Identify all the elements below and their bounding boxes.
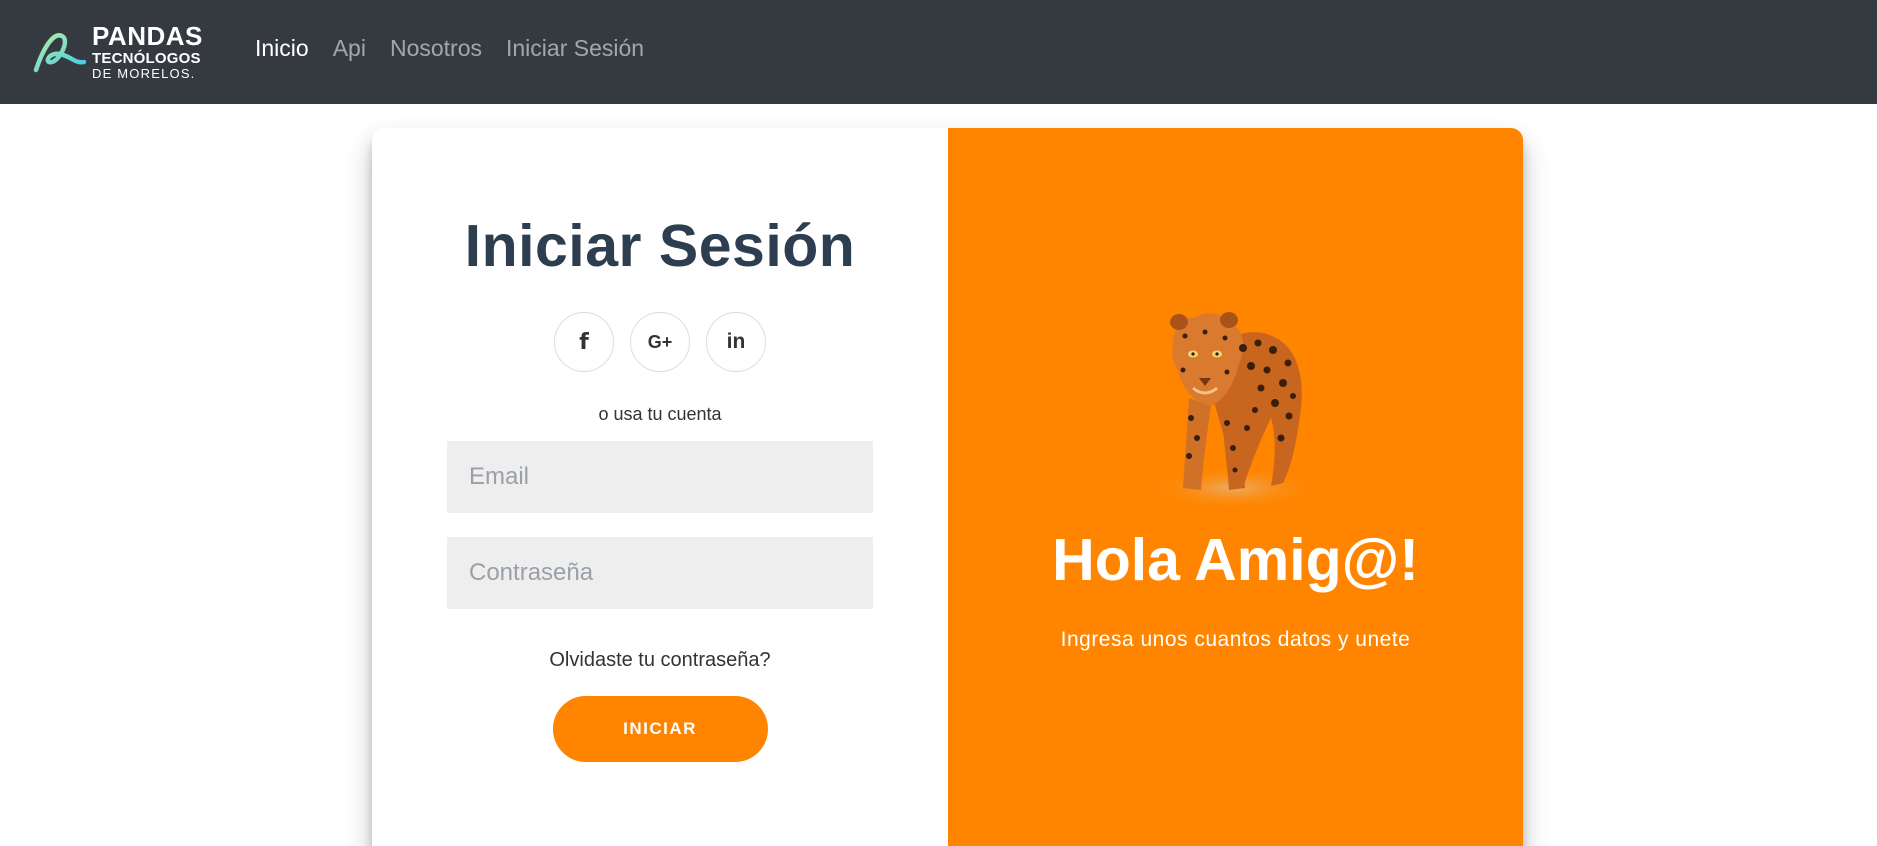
email-field[interactable] [447, 441, 873, 513]
facebook-icon[interactable]: f [554, 312, 614, 372]
brand-text: PANDAS TECNÓLOGOS DE MORELOS. [92, 23, 203, 80]
google-plus-icon[interactable]: G+ [630, 312, 690, 372]
overlay-title: Hola Amig@! [1052, 527, 1419, 593]
nav-link-api[interactable]: Api [333, 35, 366, 62]
nav-links: Inicio Api Nosotros Iniciar Sesión [255, 0, 668, 96]
social-buttons: f G+ in [554, 312, 766, 372]
nav-link-nosotros[interactable]: Nosotros [390, 35, 482, 62]
alt-login-text: o usa tu cuenta [598, 404, 722, 424]
nav-link-iniciar-sesion[interactable]: Iniciar Sesión [506, 35, 644, 62]
brand-line-1: PANDAS [92, 20, 203, 51]
overlay-panel: Hola Amig@! Ingresa unos cuantos datos y… [948, 128, 1523, 846]
forgot-password-link[interactable]: Olvidaste tu contraseña? [549, 649, 770, 672]
login-button[interactable]: INICIAR [552, 696, 768, 762]
linkedin-icon[interactable]: in [706, 312, 766, 372]
login-card: Iniciar Sesión f G+ in o usa tu cuenta O… [372, 128, 1523, 846]
brand-mark-icon [33, 33, 87, 73]
login-title: Iniciar Sesión [464, 213, 856, 279]
brand-line-2: TECNÓLOGOS [92, 49, 201, 67]
navbar: PANDAS TECNÓLOGOS DE MORELOS. Inicio Api… [0, 0, 1877, 104]
brand-logo[interactable]: PANDAS TECNÓLOGOS DE MORELOS. [30, 16, 220, 86]
overlay-text: Ingresa unos cuantos datos y unete [1060, 628, 1411, 651]
jaguar-image [1148, 312, 1318, 510]
nav-link-inicio[interactable]: Inicio [255, 35, 309, 62]
brand-line-3: DE MORELOS. [92, 65, 196, 81]
password-field[interactable] [447, 537, 873, 609]
login-form: Iniciar Sesión f G+ in o usa tu cuenta O… [372, 128, 948, 846]
